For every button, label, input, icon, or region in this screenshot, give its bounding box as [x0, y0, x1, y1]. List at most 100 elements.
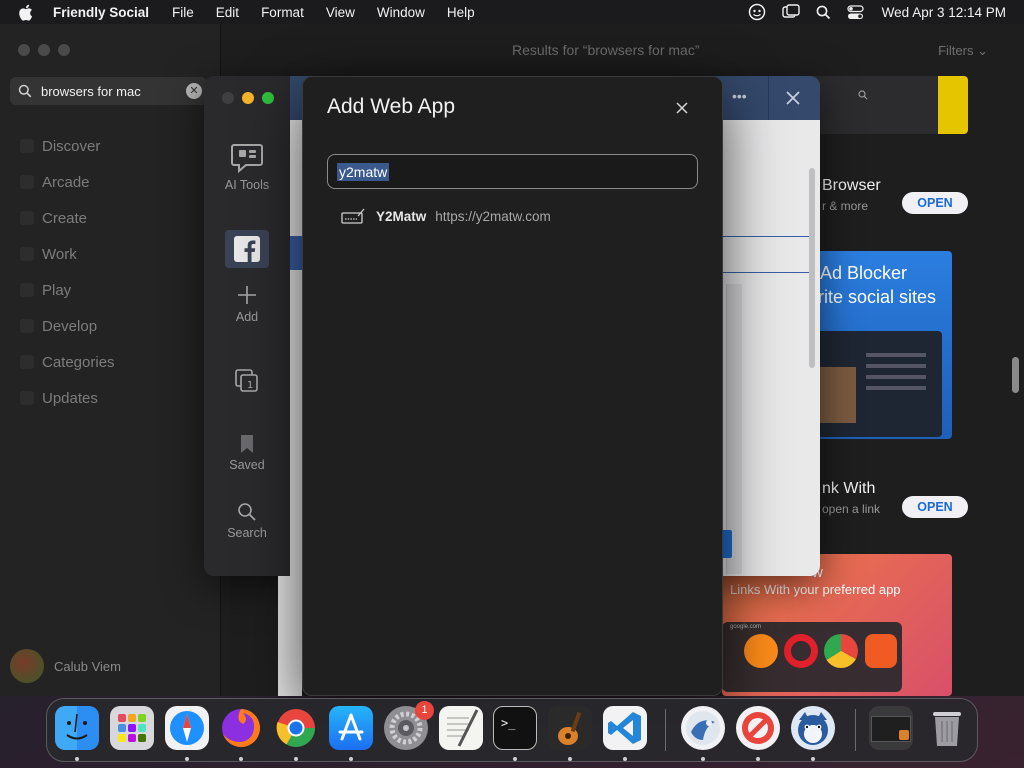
result-card-1-title[interactable]: Browser	[822, 177, 881, 195]
ad-blocker-banner[interactable]: Ad Blocker rite social sites	[804, 251, 952, 439]
zoom-window-button[interactable]	[262, 92, 274, 104]
safari-icon[interactable]	[165, 706, 209, 750]
minimized-window-thumbnail[interactable]	[869, 706, 913, 750]
zoom-window-button[interactable]	[58, 44, 70, 56]
blocker-app-icon[interactable]	[736, 706, 780, 750]
nav-create[interactable]: Create	[20, 200, 115, 236]
menu-view[interactable]: View	[326, 5, 355, 20]
play-icon	[20, 283, 34, 297]
web-app-search-value[interactable]: y2matw	[337, 162, 390, 181]
chevron-down-icon: ⌄	[977, 43, 988, 58]
friendly-social-icon[interactable]	[791, 706, 835, 750]
running-indicator	[75, 757, 79, 761]
app-store-sidebar: browsers for mac ✕ Discover Arcade Creat…	[0, 24, 221, 696]
network-radar-icon[interactable]	[681, 706, 725, 750]
filters-button[interactable]: Filters ⌄	[938, 43, 988, 59]
search-button[interactable]: Search	[204, 502, 290, 540]
dock-separator	[855, 709, 856, 751]
app-store-scrollbar[interactable]	[1012, 357, 1019, 393]
develop-icon	[20, 319, 34, 333]
minimize-window-button[interactable]	[38, 44, 50, 56]
copy-icon: 1	[204, 368, 290, 394]
result-card-3-title[interactable]: nk With	[822, 480, 875, 498]
close-icon[interactable]	[786, 91, 800, 105]
menu-format[interactable]: Format	[261, 5, 304, 20]
menu-help[interactable]: Help	[447, 5, 475, 20]
search-label: Search	[227, 526, 267, 540]
friendly-social-status-icon[interactable]	[748, 3, 766, 21]
chat-icon	[204, 140, 290, 174]
windows-button[interactable]: 1	[204, 368, 290, 398]
fs-window-controls	[222, 92, 274, 104]
menu-file[interactable]: File	[172, 5, 194, 20]
app-store-search-value[interactable]: browsers for mac	[41, 84, 141, 99]
vscode-icon[interactable]	[603, 706, 647, 750]
garageband-icon[interactable]	[548, 706, 592, 750]
add-button[interactable]: Add	[204, 284, 290, 324]
webview-scrollbar[interactable]	[809, 168, 815, 368]
more-options-icon[interactable]: •••	[732, 88, 747, 104]
trash-icon[interactable]	[925, 706, 969, 750]
menu-clock[interactable]: Wed Apr 3 12:14 PM	[882, 5, 1006, 20]
open-button-3[interactable]: OPEN	[902, 496, 968, 518]
open-button-1[interactable]: OPEN	[902, 192, 968, 214]
close-window-button[interactable]	[18, 44, 30, 56]
running-indicator	[513, 757, 517, 761]
banner-photo	[818, 367, 856, 423]
facebook-tile	[225, 230, 269, 268]
app-store-window-controls	[18, 44, 70, 56]
dock-separator	[665, 709, 666, 751]
nav-arcade[interactable]: Arcade	[20, 164, 115, 200]
banner-list	[866, 353, 926, 413]
notification-badge: 1	[415, 701, 434, 720]
nav-develop[interactable]: Develop	[20, 308, 115, 344]
running-indicator	[239, 757, 243, 761]
ai-tools-button[interactable]: AI Tools	[204, 140, 290, 192]
system-settings-icon[interactable]: 1	[384, 701, 434, 750]
dock: 1 >_	[46, 698, 978, 762]
web-app-result-url: https://y2matw.com	[435, 208, 551, 224]
control-center-icon[interactable]	[847, 4, 864, 20]
app-store-icon[interactable]	[329, 706, 373, 750]
categories-icon	[20, 355, 34, 369]
search-icon	[18, 84, 32, 98]
close-window-button[interactable]	[222, 92, 234, 104]
bookmark-icon	[204, 434, 290, 454]
close-dialog-button[interactable]	[673, 99, 691, 117]
nav-discover[interactable]: Discover	[20, 128, 115, 164]
launchpad-icon[interactable]	[110, 706, 154, 750]
nav-updates[interactable]: Updates	[20, 380, 115, 416]
app-store-search-field[interactable]: browsers for mac ✕	[10, 77, 207, 105]
firefox-icon	[744, 634, 778, 668]
nav-categories[interactable]: Categories	[20, 344, 115, 380]
account-button[interactable]: Calub Viem	[10, 649, 121, 683]
svg-text:>_: >_	[501, 716, 516, 730]
ai-tools-label: AI Tools	[224, 178, 270, 192]
menu-window[interactable]: Window	[377, 5, 425, 20]
facebook-app-button[interactable]	[204, 230, 290, 272]
banner-list-row	[866, 375, 926, 379]
page-rule	[710, 236, 810, 237]
work-icon	[20, 247, 34, 261]
spotlight-search-icon[interactable]	[816, 5, 831, 20]
plus-icon	[204, 284, 290, 306]
finder-icon[interactable]	[55, 706, 99, 750]
minimize-window-button[interactable]	[242, 92, 254, 104]
apple-icon[interactable]	[18, 4, 36, 21]
saved-button[interactable]: Saved	[204, 434, 290, 472]
menu-app-name[interactable]: Friendly Social	[53, 5, 149, 20]
chrome-icon[interactable]	[274, 706, 318, 750]
textedit-icon[interactable]	[439, 706, 483, 750]
banner-line-1: Ad Blocker	[820, 263, 908, 283]
firefox-icon[interactable]	[219, 706, 263, 750]
menu-edit[interactable]: Edit	[216, 5, 239, 20]
result-card-1-subtitle: r & more	[822, 199, 869, 213]
clear-search-icon[interactable]: ✕	[186, 83, 202, 99]
webview-page-edge	[278, 576, 302, 696]
nav-work[interactable]: Work	[20, 236, 115, 272]
window-tiles-icon[interactable]	[781, 4, 800, 20]
web-app-result[interactable]: Y2Matw https://y2matw.com	[341, 208, 551, 224]
nav-play[interactable]: Play	[20, 272, 115, 308]
terminal-icon[interactable]: >_	[493, 706, 537, 750]
web-app-search-input[interactable]: y2matw	[327, 154, 698, 189]
